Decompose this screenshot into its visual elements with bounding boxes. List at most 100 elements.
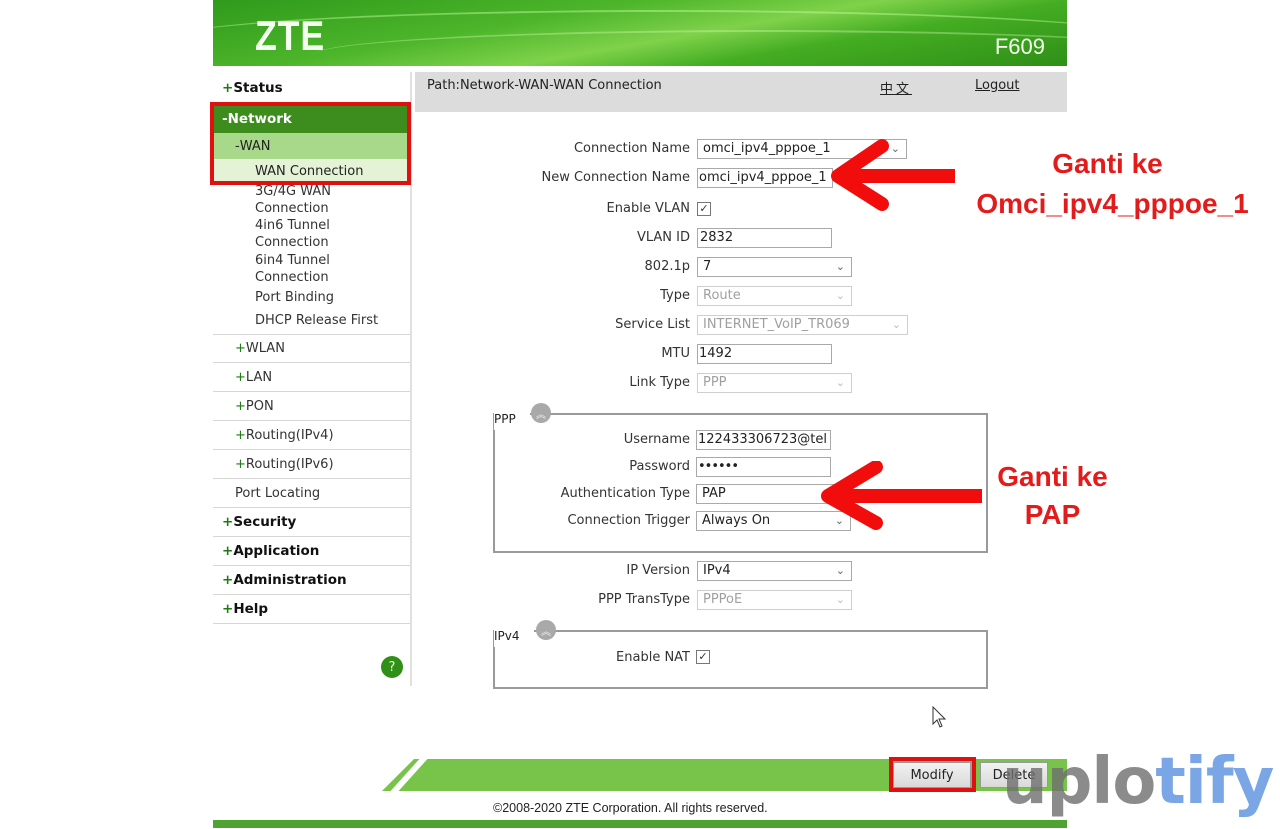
sidebar-item-label: WAN bbox=[239, 138, 271, 154]
sidebar-item-help[interactable]: + Help bbox=[213, 595, 410, 624]
password-label: Password bbox=[629, 459, 690, 474]
expand-icon: + bbox=[235, 398, 246, 414]
ppp-transtype-value: PPPoE bbox=[703, 592, 743, 607]
sidebar-item-network[interactable]: - Network bbox=[213, 104, 410, 133]
expand-icon: + bbox=[235, 427, 246, 443]
annotation-auth-line2: PAP bbox=[1024, 499, 1081, 530]
copyright-text: ©2008-2020 ZTE Corporation. All rights r… bbox=[493, 801, 768, 815]
expand-icon: + bbox=[222, 80, 234, 96]
service-list-select: INTERNET_VoIP_TR069 ⌄ bbox=[697, 315, 908, 335]
sidebar-item-port-locating[interactable]: Port Locating bbox=[213, 479, 410, 508]
logout-link[interactable]: Logout bbox=[975, 78, 1020, 93]
help-icon[interactable]: ? bbox=[381, 656, 403, 678]
expand-icon: + bbox=[222, 514, 234, 530]
sidebar-item-label: LAN bbox=[245, 369, 273, 385]
sidebar-item-label: Security bbox=[233, 514, 297, 530]
sidebar-item-label: Help bbox=[233, 601, 269, 617]
link-type-select: PPP ⌄ bbox=[697, 373, 852, 393]
breadcrumb: Path:Network-WAN-WAN Connection bbox=[427, 78, 662, 93]
sidebar-item-lan[interactable]: + LAN bbox=[213, 363, 410, 392]
type-select: Route ⌄ bbox=[697, 286, 852, 306]
link-type-value: PPP bbox=[703, 375, 727, 390]
connection-name-label: Connection Name bbox=[573, 141, 690, 156]
mtu-label: MTU bbox=[661, 346, 690, 361]
sidebar-item-label: WLAN bbox=[245, 341, 285, 356]
expand-icon: + bbox=[235, 456, 246, 472]
watermark-part1: uplo bbox=[1002, 745, 1156, 819]
ip-version-value: IPv4 bbox=[703, 563, 731, 578]
sidebar-item-security[interactable]: + Security bbox=[213, 508, 410, 537]
expand-icon: + bbox=[235, 369, 246, 385]
ip-version-select[interactable]: IPv4 ⌄ bbox=[697, 561, 852, 581]
vlan-id-input[interactable]: 2832 bbox=[697, 228, 832, 248]
mtu-input[interactable]: 1492 bbox=[697, 344, 832, 364]
sidebar-item-status[interactable]: + Status bbox=[213, 74, 410, 103]
connection-name-value: omci_ipv4_pppoe_1 bbox=[703, 141, 831, 156]
device-model: F609 bbox=[994, 34, 1045, 59]
sidebar-item-pon[interactable]: + PON bbox=[213, 392, 410, 421]
sidebar-item-4in6-tunnel[interactable]: 4in6 Tunnel Connection bbox=[255, 217, 355, 251]
ppp-legend: PPP bbox=[494, 412, 530, 430]
chevron-down-icon: ⌄ bbox=[835, 260, 845, 273]
modify-button[interactable]: Modify bbox=[893, 762, 971, 788]
uplotify-watermark: uplotify bbox=[1002, 742, 1274, 822]
sidebar-item-wan[interactable]: - WAN bbox=[213, 133, 410, 159]
sidebar-item-application[interactable]: + Application bbox=[213, 537, 410, 566]
expand-icon: + bbox=[222, 543, 234, 559]
enable-vlan-checkbox[interactable]: ✓ bbox=[697, 202, 711, 216]
footer-line bbox=[213, 820, 1067, 828]
chevron-down-icon: ⌄ bbox=[835, 593, 845, 606]
sidebar-item-label: Port Locating bbox=[235, 485, 321, 501]
enable-nat-label: Enable NAT bbox=[616, 650, 690, 665]
new-connection-name-input[interactable]: omci_ipv4_pppoe_1 bbox=[697, 168, 833, 188]
expand-icon: + bbox=[222, 572, 234, 588]
sidebar-item-3g4g-wan-connection[interactable]: 3G/4G WAN Connection bbox=[255, 183, 355, 217]
sidebar-item-routing-ipv4[interactable]: + Routing(IPv4) bbox=[213, 421, 410, 450]
connection-trigger-label: Connection Trigger bbox=[567, 513, 690, 528]
service-list-label: Service List bbox=[615, 317, 690, 332]
expand-icon: + bbox=[235, 341, 246, 356]
sidebar-item-label: Network bbox=[227, 110, 292, 127]
dot1p-label: 802.1p bbox=[644, 259, 690, 274]
sidebar-item-routing-ipv6[interactable]: + Routing(IPv6) bbox=[213, 450, 410, 479]
enable-nat-checkbox[interactable]: ✓ bbox=[696, 650, 710, 664]
auth-type-label: Authentication Type bbox=[560, 486, 690, 501]
ppp-transtype-select: PPPoE ⌄ bbox=[697, 590, 852, 610]
watermark-part2: tify bbox=[1155, 745, 1274, 819]
annotation-name-line1: Ganti ke bbox=[1052, 148, 1163, 179]
header-banner: ZTE F609 bbox=[213, 0, 1067, 66]
ipv4-collapse-icon[interactable]: ︽ bbox=[536, 620, 556, 640]
username-input[interactable]: 122433306723@tel bbox=[696, 430, 831, 450]
enable-vlan-label: Enable VLAN bbox=[606, 201, 690, 216]
sidebar-item-wlan[interactable]: + WLAN bbox=[213, 334, 410, 363]
sidebar-item-label: PON bbox=[245, 398, 274, 414]
chevron-down-icon: ⌄ bbox=[835, 376, 845, 389]
arrow-annotation-name bbox=[831, 139, 955, 211]
language-link[interactable]: 中文 bbox=[880, 78, 912, 97]
dot1p-value: 7 bbox=[703, 259, 712, 274]
mouse-cursor-icon bbox=[932, 706, 947, 728]
sidebar-item-administration[interactable]: + Administration bbox=[213, 566, 410, 595]
chevron-down-icon: ⌄ bbox=[891, 318, 901, 331]
ipv4-legend: IPv4 bbox=[494, 629, 534, 647]
sidebar-item-wan-connection[interactable]: WAN Connection bbox=[213, 159, 410, 183]
dot1p-select[interactable]: 7 ⌄ bbox=[697, 257, 852, 277]
sidebar-item-port-binding[interactable]: Port Binding bbox=[255, 289, 334, 306]
sidebar-item-dhcp-release-first[interactable]: DHCP Release First bbox=[255, 312, 378, 329]
link-type-label: Link Type bbox=[629, 375, 690, 390]
checkmark-icon: ✓ bbox=[699, 202, 709, 215]
ppp-collapse-icon[interactable]: ︽ bbox=[531, 403, 551, 423]
expand-icon: + bbox=[222, 601, 234, 617]
annotation-name-line2: Omci_ipv4_pppoe_1 bbox=[976, 188, 1249, 219]
username-label: Username bbox=[623, 432, 690, 447]
chevron-down-icon: ⌄ bbox=[835, 289, 845, 302]
sidebar-item-label: Routing(IPv6) bbox=[245, 456, 334, 472]
ppp-transtype-label: PPP TransType bbox=[598, 592, 690, 607]
ip-version-label: IP Version bbox=[626, 563, 690, 578]
sidebar-item-label: Routing(IPv4) bbox=[245, 427, 334, 443]
arrow-annotation-auth bbox=[821, 461, 982, 530]
chevron-down-icon: ⌄ bbox=[835, 564, 845, 577]
sidebar-item-6in4-tunnel[interactable]: 6in4 Tunnel Connection bbox=[255, 252, 355, 286]
sidebar-item-label: Application bbox=[233, 543, 320, 559]
sidebar-item-label: Administration bbox=[233, 572, 347, 588]
